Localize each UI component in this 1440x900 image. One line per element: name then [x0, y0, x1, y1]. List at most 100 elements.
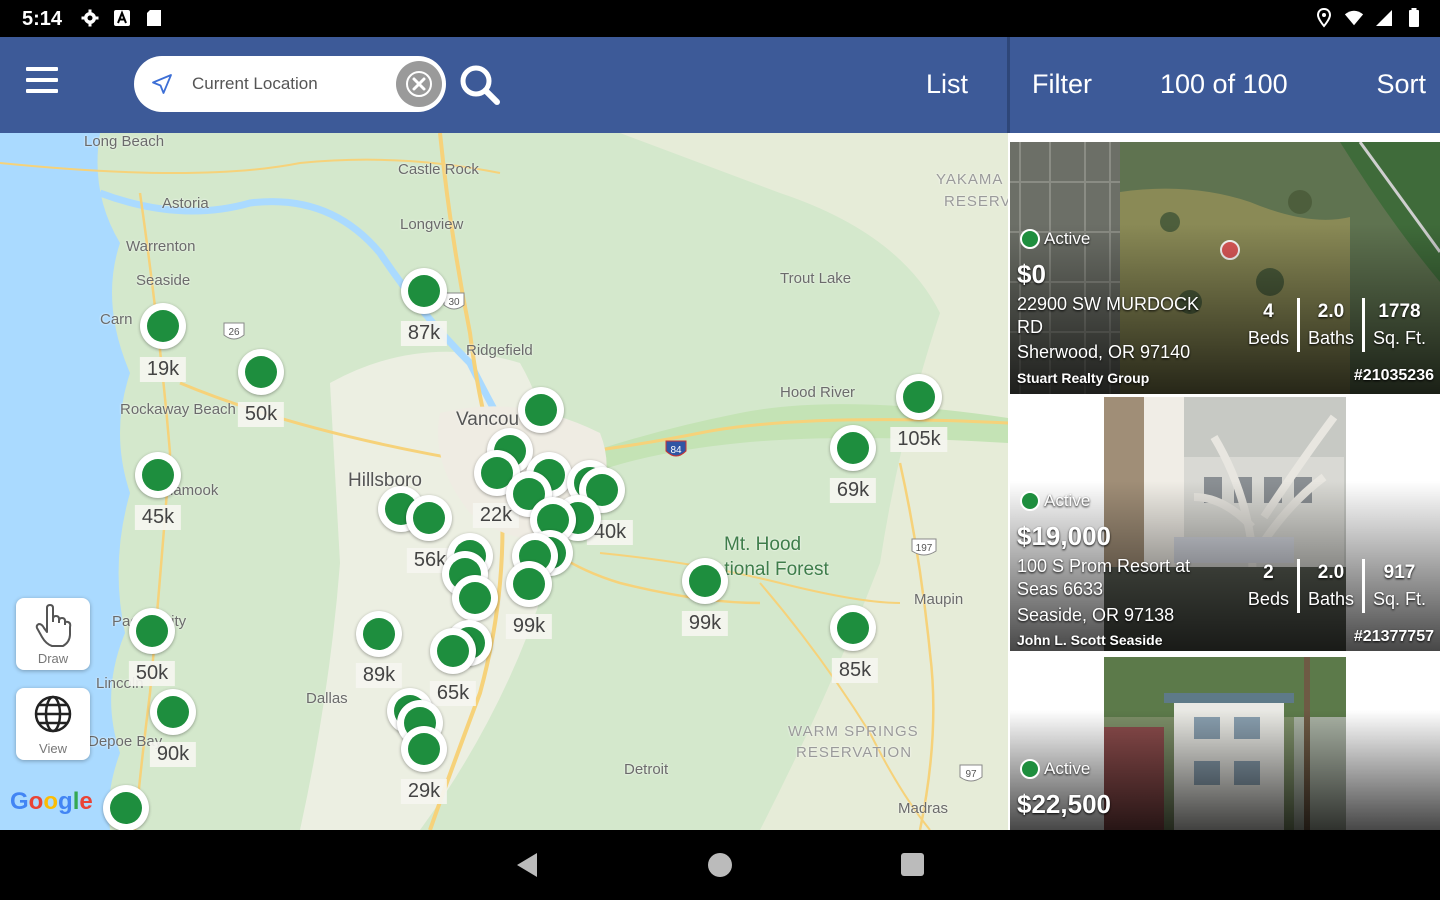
listing-pin[interactable]: [238, 349, 284, 395]
listing-city: Sherwood, OR 97140: [1017, 342, 1191, 362]
listing-pin[interactable]: [830, 425, 876, 471]
beds-label: Beds: [1247, 328, 1289, 348]
listing-pin[interactable]: [682, 558, 728, 604]
google-logo: Google: [10, 788, 93, 815]
listing-pin[interactable]: [518, 387, 564, 433]
highway-shield-icon: 97: [959, 764, 983, 782]
recents-icon[interactable]: [901, 853, 924, 876]
search-input[interactable]: [192, 70, 392, 98]
place-label: Carn: [100, 311, 133, 328]
listings-panel[interactable]: Active $0 22900 SW MURDOCK RD Sherwood, …: [1008, 133, 1440, 830]
sqft-value: 917: [1383, 562, 1416, 583]
place-label: Maupin: [914, 591, 964, 608]
navigation-arrow-icon: [152, 74, 172, 94]
listing-pin[interactable]: [356, 611, 402, 657]
search-button[interactable]: [456, 61, 504, 109]
cluster-price-label: 19k: [139, 357, 187, 382]
place-label: Seaside: [136, 272, 191, 289]
place-label: WARM SPRINGS: [788, 723, 919, 740]
listing-status: Active: [1020, 759, 1090, 779]
cluster-price-label: 87k: [400, 321, 448, 346]
cluster-price-label: 29k: [400, 779, 448, 804]
listing-pin[interactable]: [452, 575, 498, 621]
listing-card[interactable]: Active $19,000 100 S Prom Resort at Seas…: [1010, 397, 1440, 651]
home-icon[interactable]: [708, 853, 732, 877]
map-view[interactable]: Long Beach Castle Rock Astoria Longview …: [0, 133, 1008, 830]
cluster-price-label: 105k: [890, 427, 948, 452]
draw-button[interactable]: Draw: [16, 598, 90, 670]
listing-pin[interactable]: [430, 628, 476, 674]
baths-label: Baths: [1307, 589, 1354, 609]
cluster-price-label: 69k: [829, 478, 877, 503]
map-toolbar: List: [0, 37, 1008, 133]
listing-pin[interactable]: [129, 608, 175, 654]
sqft-label: Sq. Ft.: [1372, 589, 1426, 609]
listing-mls: #21035236: [1353, 367, 1434, 384]
hand-pointer-icon: [35, 604, 72, 647]
place-label: Longview: [400, 216, 464, 233]
listing-pin[interactable]: [401, 268, 447, 314]
view-label: View: [39, 741, 67, 756]
place-label: Dallas: [306, 690, 348, 707]
place-label: RESERVATION: [796, 744, 913, 761]
list-view-button[interactable]: List: [926, 69, 968, 100]
hamburger-menu-icon[interactable]: [26, 67, 58, 101]
cluster-price-label: 65k: [429, 681, 477, 706]
sqft-value: 1778: [1378, 301, 1421, 322]
place-label: Warrenton: [126, 238, 196, 255]
listing-pin[interactable]: [896, 374, 942, 420]
cluster-price-label: 50k: [128, 661, 176, 686]
place-label: Ridgefield: [466, 342, 533, 359]
place-label: Hood River: [780, 384, 856, 401]
gear-icon: [80, 8, 100, 28]
baths-value: 2.0: [1317, 562, 1345, 583]
cluster-price-label: 45k: [134, 505, 182, 530]
place-label: Madras: [898, 800, 949, 817]
cluster-price-label: 50k: [237, 402, 285, 427]
listing-card[interactable]: Active $0 22900 SW MURDOCK RD Sherwood, …: [1010, 142, 1440, 394]
listing-agent: Stuart Realty Group: [1017, 370, 1150, 386]
svg-text:197: 197: [916, 543, 933, 554]
listing-pin[interactable]: [135, 452, 181, 498]
highway-shield-icon: 26: [223, 322, 245, 340]
listing-pin[interactable]: [150, 689, 196, 735]
listing-mls: #21377757: [1353, 628, 1434, 645]
back-icon[interactable]: [515, 852, 539, 878]
cluster-price-label: 99k: [505, 614, 553, 639]
place-label: Castle Rock: [398, 161, 479, 178]
svg-text:97: 97: [965, 769, 977, 780]
listing-card[interactable]: Active $22,500: [1010, 657, 1440, 830]
close-icon: [406, 71, 432, 97]
listing-pin[interactable]: [140, 303, 186, 349]
clear-search-button[interactable]: [396, 61, 442, 107]
view-button[interactable]: View: [16, 688, 90, 760]
listing-pin[interactable]: [830, 605, 876, 651]
cluster-price-label: 89k: [355, 663, 403, 688]
listing-status: Active: [1020, 229, 1090, 249]
filter-button[interactable]: Filter: [1032, 69, 1092, 100]
highway-shield-icon: 197: [911, 538, 937, 556]
listing-pin[interactable]: [103, 785, 149, 830]
listing-pin[interactable]: [406, 495, 452, 541]
listing-pin[interactable]: [506, 561, 552, 607]
battery-icon: [1404, 8, 1424, 28]
listing-address: 22900 SW MURDOCK RD: [1017, 294, 1200, 337]
draw-label: Draw: [37, 651, 69, 666]
status-bar: 5:14: [0, 0, 1440, 37]
place-label: RESERV: [944, 193, 1008, 210]
a-badge-icon: [112, 8, 132, 28]
beds-label: Beds: [1247, 589, 1289, 609]
wifi-icon: [1344, 8, 1364, 28]
listing-pin[interactable]: [401, 726, 447, 772]
place-label: Rockaway Beach: [120, 401, 236, 418]
svg-text:30: 30: [448, 297, 460, 308]
sd-card-icon: [144, 8, 164, 28]
signal-icon: [1374, 8, 1394, 28]
sort-button[interactable]: Sort: [1376, 69, 1426, 100]
listing-city: Seaside, OR 97138: [1017, 605, 1175, 625]
baths-value: 2.0: [1317, 301, 1345, 322]
location-icon: [1314, 8, 1334, 28]
beds-value: 4: [1263, 301, 1274, 322]
listing-stats: 4 Beds 2.0 Baths 1778 Sq. Ft.: [1240, 298, 1434, 352]
location-search-box[interactable]: [134, 56, 446, 112]
